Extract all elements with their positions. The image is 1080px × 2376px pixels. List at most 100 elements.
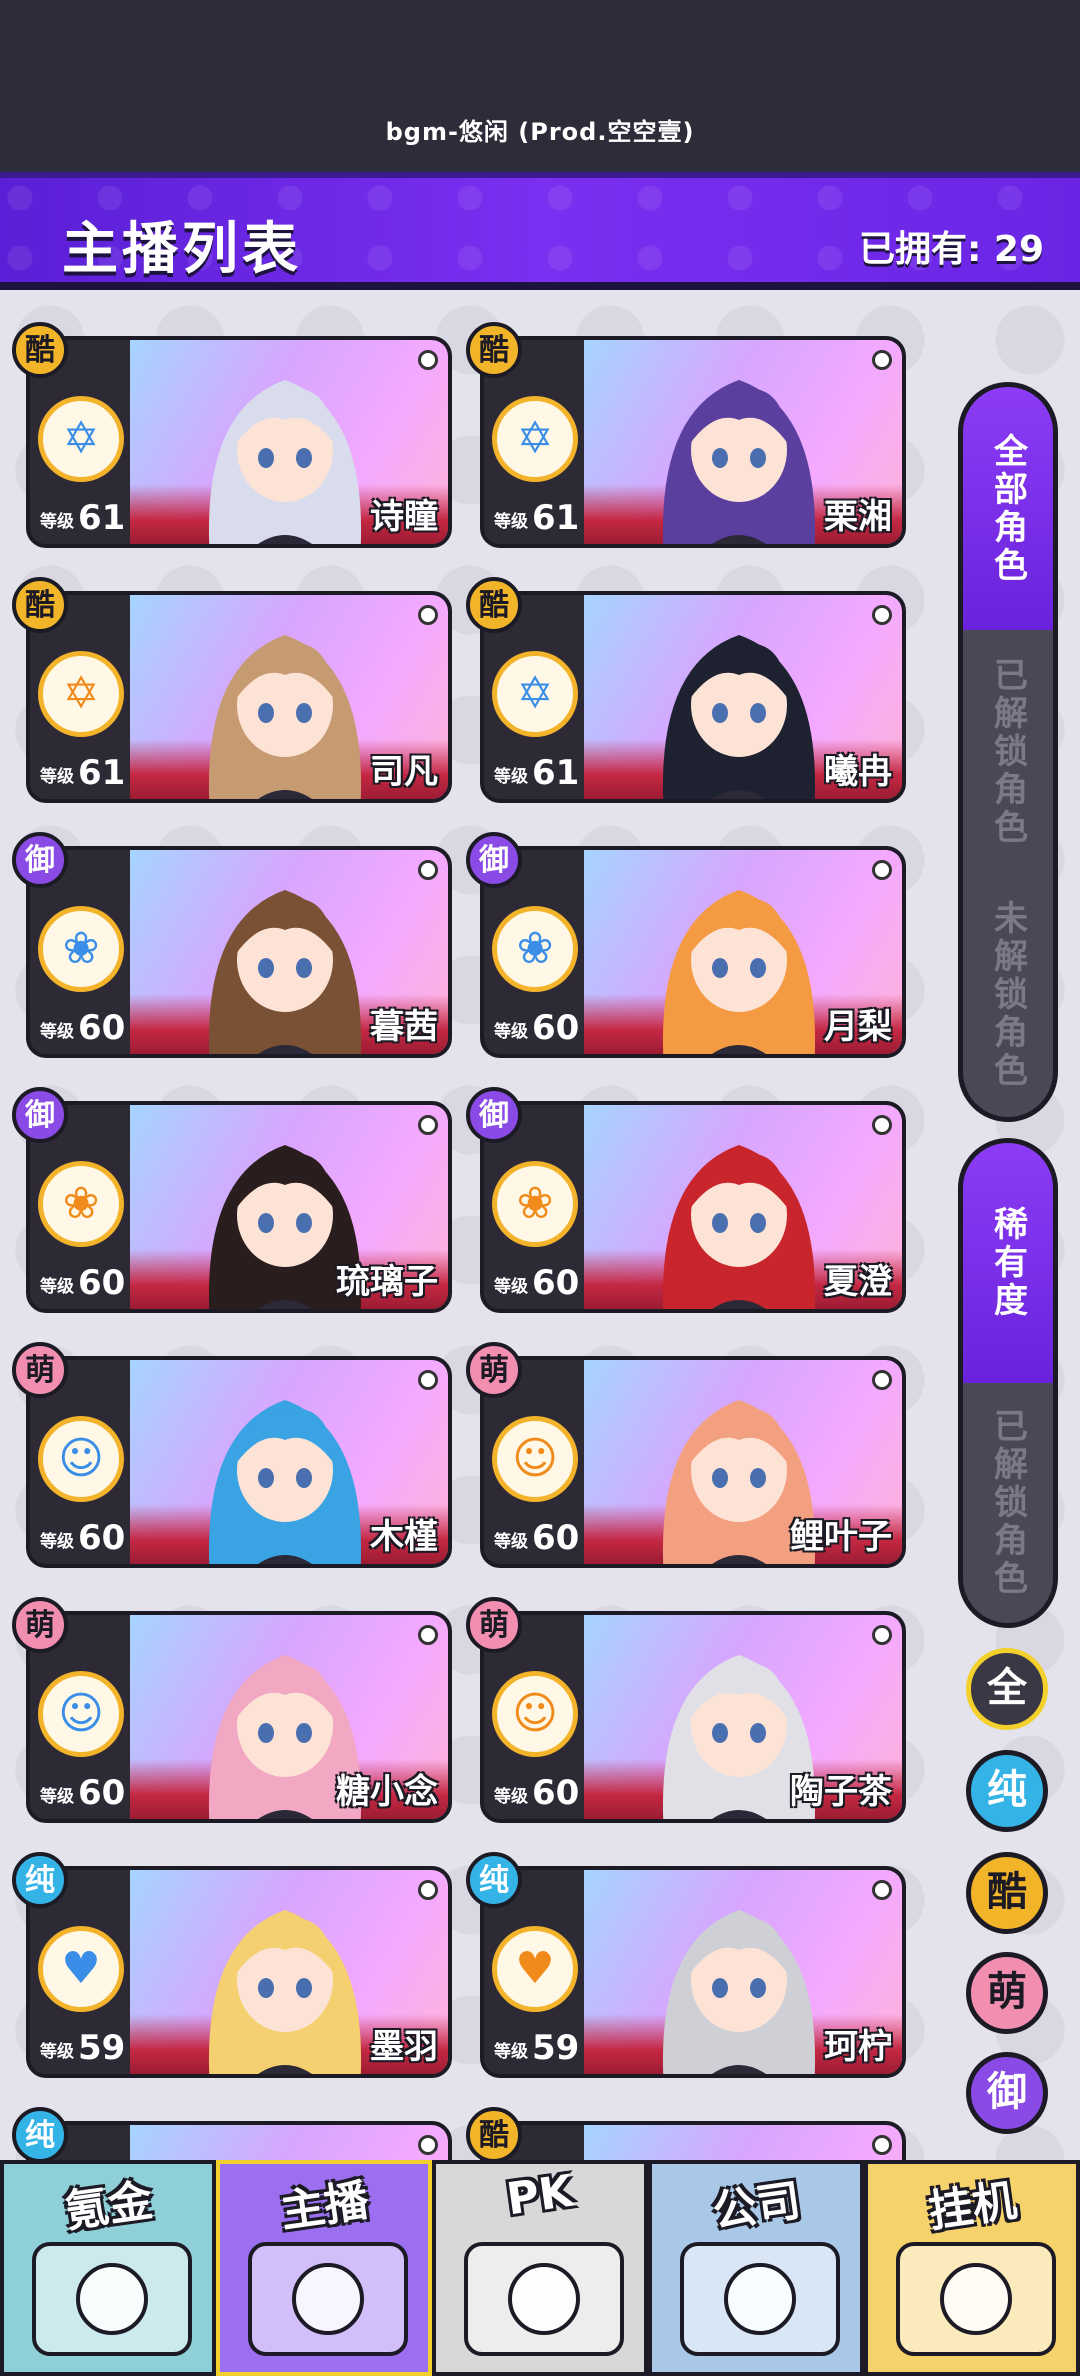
character-name: 糖小念 bbox=[336, 1772, 438, 1812]
attribute-emblem-icon: ✡ bbox=[492, 651, 578, 737]
level-label: 等级 bbox=[40, 767, 74, 787]
attribute-emblem-icon: ✡ bbox=[492, 396, 578, 482]
character-portrait bbox=[644, 2135, 834, 2160]
character-portrait bbox=[208, 380, 362, 544]
character-portrait bbox=[208, 1910, 362, 2074]
nav-item[interactable]: 公司 bbox=[648, 2160, 864, 2376]
level-label: 等级 bbox=[494, 767, 528, 787]
character-name: 司凡 bbox=[370, 752, 438, 792]
level-value: 60 bbox=[532, 1773, 580, 1813]
card-art bbox=[130, 2125, 448, 2160]
character-portrait bbox=[208, 1400, 362, 1564]
level-value: 60 bbox=[532, 1518, 580, 1558]
level-label: 等级 bbox=[40, 1532, 74, 1552]
level-value: 61 bbox=[78, 498, 126, 538]
nav-item[interactable]: 挂机 bbox=[864, 2160, 1080, 2376]
page-header: 主播列表 已拥有: 29 bbox=[0, 172, 1080, 290]
character-portrait bbox=[208, 635, 362, 799]
level-value: 60 bbox=[78, 1773, 126, 1813]
type-badge: 萌 bbox=[12, 1597, 68, 1653]
type-filter-button[interactable]: 萌 bbox=[966, 1952, 1048, 2034]
level-label: 等级 bbox=[494, 2042, 528, 2062]
level-label: 等级 bbox=[40, 1022, 74, 1042]
streamer-card[interactable]: ☺ 等级 60 糖小念 bbox=[26, 1611, 452, 1823]
rarity-filter-tab[interactable]: 已解锁角色 bbox=[963, 1383, 1053, 1623]
page-title: 主播列表 bbox=[62, 217, 302, 282]
streamer-card[interactable]: ❀ 等级 60 暮茜 bbox=[26, 846, 452, 1058]
type-badge: 纯 bbox=[12, 1852, 68, 1908]
level-value: 60 bbox=[78, 1518, 126, 1558]
streamer-card[interactable]: ☺ 等级 60 鲤叶子 bbox=[480, 1356, 906, 1568]
streamer-card[interactable]: ✡ 等级 61 诗瞳 bbox=[26, 336, 452, 548]
type-badge: 萌 bbox=[466, 1342, 522, 1398]
attribute-emblem-icon: ❀ bbox=[492, 1161, 578, 1247]
character-name: 栗湘 bbox=[824, 497, 892, 537]
type-badge: 纯 bbox=[466, 1852, 522, 1908]
level-label: 等级 bbox=[494, 512, 528, 532]
streamer-card[interactable]: ✡ 等级 61 曦冉 bbox=[480, 591, 906, 803]
character-portrait bbox=[662, 890, 816, 1054]
attribute-emblem-icon: ❀ bbox=[492, 906, 578, 992]
character-name: 琉璃子 bbox=[336, 1262, 438, 1302]
nav-illustration-icon bbox=[680, 2242, 840, 2356]
type-badge: 酷 bbox=[12, 577, 68, 633]
streamer-card[interactable]: ♥ 等级 59 珂柠 bbox=[480, 1866, 906, 2078]
status-bar: bgm-悠闲 (Prod.空空壹) bbox=[0, 0, 1080, 172]
rarity-filter-panel: 稀有度 已解锁角色 bbox=[958, 1138, 1058, 1628]
type-badge: 御 bbox=[12, 832, 68, 888]
type-filter-button[interactable]: 纯 bbox=[966, 1750, 1048, 1832]
streamer-grid: ✡ 等级 61 诗瞳酷 ✡ 等级 61 栗湘酷 ✡ 等级 61 司凡酷 ✡ 等级 61 曦冉酷 ❀ 等级 60 暮茜御… bbox=[0, 290, 1080, 2160]
attribute-emblem-icon: ✡ bbox=[38, 396, 124, 482]
character-name: 鲤叶子 bbox=[790, 1517, 892, 1557]
level-label: 等级 bbox=[40, 1277, 74, 1297]
role-filter-tab[interactable]: 全部角色 bbox=[963, 387, 1053, 631]
type-badge: 御 bbox=[466, 832, 522, 888]
streamer-card[interactable]: ☺ 等级 60 木槿 bbox=[26, 1356, 452, 1568]
role-filter-tab[interactable]: 未解锁角色 bbox=[963, 874, 1053, 1117]
attribute-emblem-icon: ☺ bbox=[492, 1671, 578, 1757]
rarity-filter-tab[interactable]: 稀有度 bbox=[963, 1143, 1053, 1383]
attribute-emblem-icon: ♥ bbox=[492, 1926, 578, 2012]
level-value: 61 bbox=[532, 498, 580, 538]
level-value: 60 bbox=[78, 1263, 126, 1303]
level-label: 等级 bbox=[494, 1277, 528, 1297]
bgm-track-label: bgm-悠闲 (Prod.空空壹) bbox=[385, 118, 695, 146]
streamer-card[interactable]: ❀ 等级 60 琉璃子 bbox=[26, 1101, 452, 1313]
attribute-emblem-icon: ☺ bbox=[492, 1416, 578, 1502]
streamer-card[interactable]: ❀ 等级 60 夏澄 bbox=[480, 1101, 906, 1313]
character-portrait bbox=[190, 2135, 380, 2160]
streamer-card[interactable] bbox=[480, 2121, 906, 2160]
level-label: 等级 bbox=[40, 2042, 74, 2062]
type-filter-button[interactable]: 御 bbox=[966, 2052, 1048, 2134]
character-portrait bbox=[662, 635, 816, 799]
level-value: 60 bbox=[532, 1263, 580, 1303]
level-value: 61 bbox=[532, 753, 580, 793]
streamer-card[interactable]: ♥ 等级 59 墨羽 bbox=[26, 1866, 452, 2078]
character-name: 暮茜 bbox=[370, 1007, 438, 1047]
streamer-card[interactable]: ❀ 等级 60 月梨 bbox=[480, 846, 906, 1058]
type-badge: 萌 bbox=[12, 1342, 68, 1398]
character-name: 夏澄 bbox=[824, 1262, 892, 1302]
level-value: 59 bbox=[532, 2028, 580, 2068]
streamer-card[interactable]: ☺ 等级 60 陶子茶 bbox=[480, 1611, 906, 1823]
streamer-card[interactable]: ✡ 等级 61 司凡 bbox=[26, 591, 452, 803]
character-portrait bbox=[662, 380, 816, 544]
streamer-card[interactable] bbox=[26, 2121, 452, 2160]
role-filter-tab[interactable]: 已解锁角色 bbox=[963, 630, 1053, 873]
type-badge: 酷 bbox=[466, 577, 522, 633]
attribute-emblem-icon: ❀ bbox=[38, 1161, 124, 1247]
nav-item[interactable]: 氪金 bbox=[0, 2160, 216, 2376]
level-value: 59 bbox=[78, 2028, 126, 2068]
streamer-card[interactable]: ✡ 等级 61 栗湘 bbox=[480, 336, 906, 548]
character-name: 陶子茶 bbox=[790, 1772, 892, 1812]
type-filter-button[interactable]: 全 bbox=[966, 1648, 1048, 1730]
character-name: 墨羽 bbox=[370, 2027, 438, 2067]
character-name: 曦冉 bbox=[824, 752, 892, 792]
attribute-emblem-icon: ✡ bbox=[38, 651, 124, 737]
type-badge: 酷 bbox=[12, 322, 68, 378]
nav-item[interactable]: 主播 bbox=[216, 2160, 432, 2376]
type-filter-button[interactable]: 酷 bbox=[966, 1852, 1048, 1934]
level-label: 等级 bbox=[494, 1022, 528, 1042]
nav-item[interactable]: PK bbox=[432, 2160, 648, 2376]
attribute-emblem-icon: ♥ bbox=[38, 1926, 124, 2012]
